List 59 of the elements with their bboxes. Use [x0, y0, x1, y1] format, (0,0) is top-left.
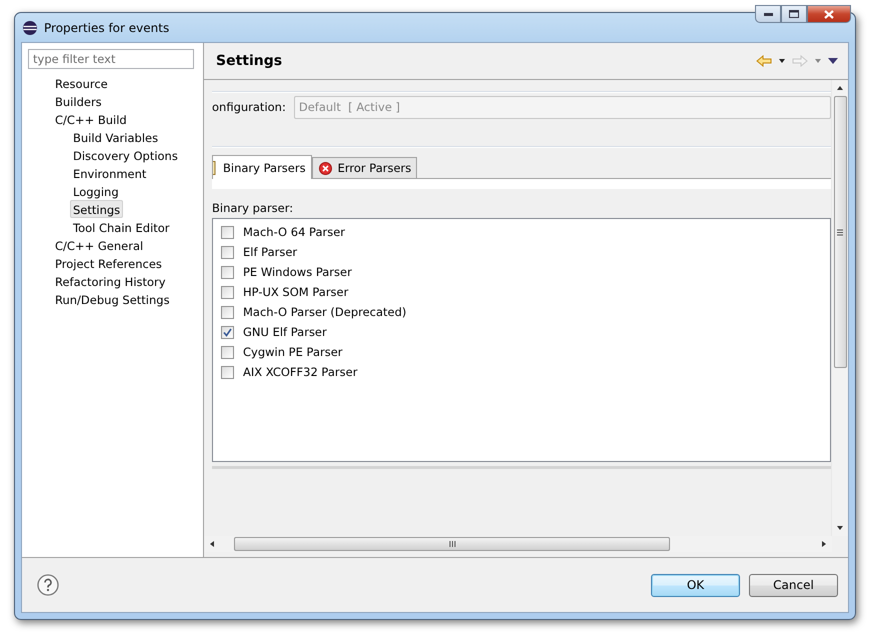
- checkbox-label[interactable]: Elf Parser: [243, 245, 298, 259]
- tree-item[interactable]: Resource: [52, 74, 111, 92]
- vertical-scrollbar[interactable]: [831, 80, 848, 536]
- scroll-down-icon[interactable]: [836, 524, 844, 532]
- grip-icon: [448, 541, 456, 547]
- checkbox-label[interactable]: Mach-O Parser (Deprecated): [243, 305, 406, 319]
- window-title: Properties for events: [44, 20, 170, 34]
- tab[interactable]: Binary Parsers: [212, 155, 312, 179]
- checkbox-label[interactable]: Mach-O 64 Parser: [243, 225, 346, 239]
- checkbox-label[interactable]: AIX XCOFF32 Parser: [243, 365, 358, 379]
- checkbox[interactable]: [221, 326, 234, 338]
- grip-icon: [837, 228, 843, 236]
- scroll-up-icon[interactable]: [836, 84, 844, 92]
- checkbox-label[interactable]: HP-UX SOM Parser: [243, 285, 348, 299]
- tree-item[interactable]: Builders: [52, 92, 105, 110]
- minimize-button[interactable]: [755, 5, 781, 23]
- checkbox-label[interactable]: GNU Elf Parser: [243, 325, 327, 339]
- list-label: Binary parser:: [212, 201, 294, 216]
- tree-item[interactable]: C/C++ General: [52, 236, 146, 254]
- tree-item[interactable]: Logging: [70, 182, 122, 200]
- checkbox[interactable]: [221, 226, 234, 238]
- back-arrow-icon[interactable]: [756, 55, 772, 67]
- checkbox[interactable]: [221, 266, 234, 278]
- page-title: Settings: [216, 53, 282, 69]
- help-icon[interactable]: [37, 574, 59, 596]
- tree-item[interactable]: C/C++ Build: [52, 110, 130, 128]
- dropdown-icon[interactable]: [778, 57, 786, 65]
- checkbox[interactable]: [221, 346, 234, 358]
- tree-item[interactable]: Project References: [52, 254, 165, 272]
- tab[interactable]: Error Parsers: [312, 157, 418, 178]
- tree-item[interactable]: Discovery Options: [70, 146, 181, 164]
- error-icon: [318, 162, 332, 174]
- tree-item[interactable]: Build Variables: [70, 128, 162, 146]
- file-icon: [213, 160, 217, 174]
- eclipse-logo-icon: [22, 20, 38, 36]
- configuration-field: Default [ Active ]: [294, 96, 831, 118]
- scroll-left-icon[interactable]: [208, 540, 216, 548]
- scroll-right-icon[interactable]: [820, 540, 828, 548]
- checkbox[interactable]: [221, 246, 234, 258]
- tree-item[interactable]: Environment: [70, 164, 150, 182]
- dialog-button[interactable]: OK: [651, 574, 740, 596]
- maximize-button[interactable]: [781, 5, 807, 23]
- checkbox[interactable]: [221, 286, 234, 298]
- filter-field[interactable]: type filter text: [28, 49, 194, 69]
- minimize-icon: [764, 12, 772, 16]
- configuration-label: onfiguration:: [212, 100, 286, 114]
- checkbox[interactable]: [221, 306, 234, 318]
- maximize-icon: [789, 10, 799, 18]
- close-icon: [824, 10, 834, 18]
- tree-item[interactable]: Settings: [70, 200, 124, 218]
- dialog-button[interactable]: Cancel: [749, 574, 838, 596]
- close-button[interactable]: [807, 5, 851, 23]
- tree-item[interactable]: Refactoring History: [52, 272, 169, 290]
- checkbox-label[interactable]: PE Windows Parser: [243, 265, 352, 279]
- checkbox[interactable]: [221, 366, 234, 378]
- view-menu-icon[interactable]: [828, 57, 838, 65]
- checkbox-label[interactable]: Cygwin PE Parser: [243, 345, 343, 359]
- tree-item[interactable]: Run/Debug Settings: [52, 290, 173, 308]
- tree-item[interactable]: Tool Chain Editor: [70, 218, 173, 236]
